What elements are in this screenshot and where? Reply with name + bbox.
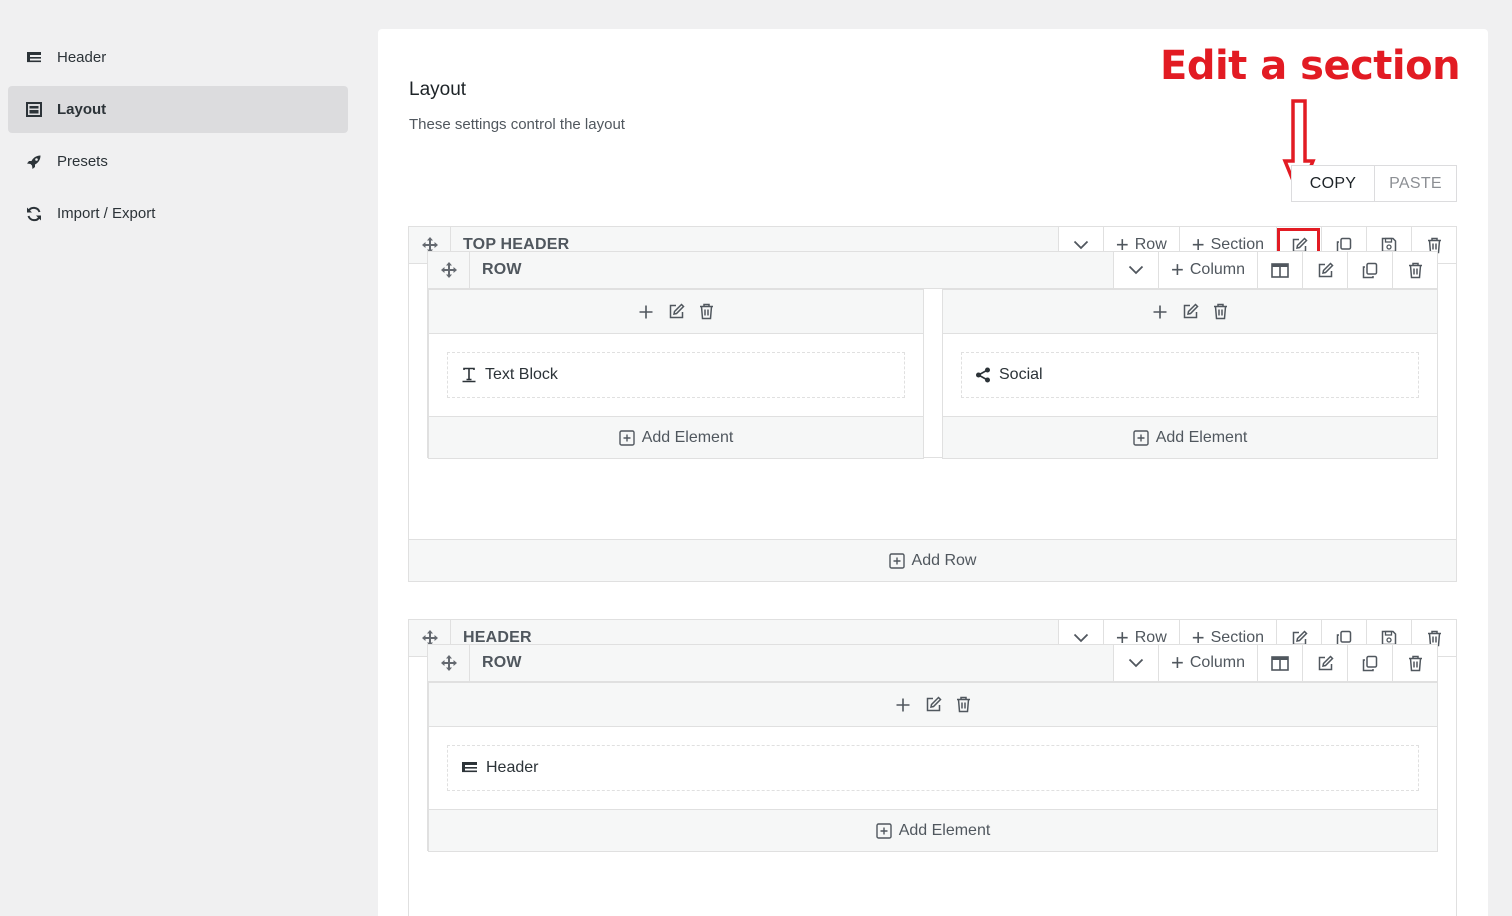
sidebar-item-import-export[interactable]: Import / Export [8,190,348,237]
sidebar-item-label: Layout [57,101,107,118]
rocket-icon [25,153,43,171]
plus-icon[interactable] [895,697,911,713]
element-header[interactable]: Header [447,745,1419,791]
sidebar-item-label: Presets [57,153,108,170]
column-layout-button[interactable] [1257,252,1302,288]
add-element-button[interactable]: Add Element [429,416,923,458]
columns-icon [1271,655,1289,671]
section-header-main: HEADER + Row + Section ROW + Column Head… [408,619,1457,916]
collapse-row-button[interactable] [1113,252,1158,288]
copy-button[interactable]: COPY [1292,166,1374,201]
add-row-button[interactable]: Add Row [409,539,1456,581]
add-element-button[interactable]: Add Element [429,809,1437,851]
add-row-label: Add Row [911,551,977,569]
column: Text Block Add Element [428,289,924,459]
collapse-row-button[interactable] [1113,645,1158,681]
plus-icon: + [1171,650,1184,675]
edit-icon[interactable] [1182,303,1199,320]
element-label: Header [486,759,539,776]
annotation-text: Edit a section [1160,43,1461,89]
page-subtitle: These settings control the layout [409,116,625,133]
paste-button[interactable]: PASTE [1374,166,1456,201]
chevron-down-icon [1128,265,1144,275]
copy-paste-group: COPY PASTE [1291,165,1457,202]
element-social[interactable]: Social [961,352,1419,398]
plus-square-icon [888,552,905,569]
add-column-button[interactable]: + Column [1158,645,1257,681]
copy-icon [1362,262,1378,278]
column: Header Add Element [428,682,1438,852]
plus-icon[interactable] [1152,304,1168,320]
delete-row-button[interactable] [1392,252,1437,288]
plus-square-icon [875,822,892,839]
move-icon[interactable] [428,251,470,289]
row: ROW + Column Header Add Element [427,644,1438,852]
add-element-label: Add Element [1155,428,1248,446]
sidebar-item-label: Import / Export [57,205,156,222]
duplicate-row-button[interactable] [1347,252,1392,288]
header-icon [25,49,43,67]
row-title: ROW [482,654,522,671]
sidebar: Header Layout Presets Import / Export [8,34,348,242]
edit-icon[interactable] [925,696,942,713]
row-header: ROW + Column [428,251,1437,289]
column-layout-button[interactable] [1257,645,1302,681]
sync-icon [25,205,43,223]
header-icon [461,761,478,775]
add-element-button[interactable]: Add Element [943,416,1437,458]
plus-square-icon [618,429,635,446]
section-top-header: TOP HEADER +Row +Section ROW +Column [408,226,1457,582]
sidebar-item-header[interactable]: Header [8,34,348,81]
trash-icon [1408,655,1422,671]
add-element-label: Add Element [898,821,991,839]
element-label: Social [999,366,1043,383]
edit-row-button[interactable] [1302,645,1347,681]
trash-icon [1408,262,1422,278]
element-text-block[interactable]: Text Block [447,352,905,398]
sidebar-item-presets[interactable]: Presets [8,138,348,185]
trash-icon[interactable] [956,696,971,713]
add-column-button[interactable]: + Column [1158,252,1257,288]
row-header: ROW + Column [428,644,1437,682]
row-title: ROW [482,261,522,278]
edit-icon [1318,654,1334,670]
share-icon [975,367,991,383]
column: Social Add Element [942,289,1438,459]
text-block-icon [461,367,477,383]
add-column-label: Column [1189,654,1245,671]
page-title: Layout [409,79,467,100]
trash-icon[interactable] [1213,303,1228,320]
layout-panel: Layout These settings control the layout… [378,29,1488,916]
plus-icon[interactable] [638,304,654,320]
sidebar-item-layout[interactable]: Layout [8,86,348,133]
element-label: Text Block [485,366,558,383]
add-column-label: Column [1189,261,1245,278]
chevron-down-icon [1128,658,1144,668]
trash-icon[interactable] [699,303,714,320]
add-element-label: Add Element [641,428,734,446]
edit-row-button[interactable] [1302,252,1347,288]
chevron-down-icon [1073,240,1089,250]
columns-icon [1271,262,1289,278]
move-icon[interactable] [428,644,470,682]
layout-icon [25,101,43,119]
plus-icon: + [1171,257,1184,282]
sidebar-item-label: Header [57,49,107,66]
row: ROW + Column Text Block Add Element Soci… [427,251,1438,459]
edit-icon[interactable] [668,303,685,320]
delete-row-button[interactable] [1392,645,1437,681]
copy-icon [1362,655,1378,671]
chevron-down-icon [1073,633,1089,643]
plus-square-icon [1132,429,1149,446]
duplicate-row-button[interactable] [1347,645,1392,681]
edit-icon [1318,261,1334,277]
